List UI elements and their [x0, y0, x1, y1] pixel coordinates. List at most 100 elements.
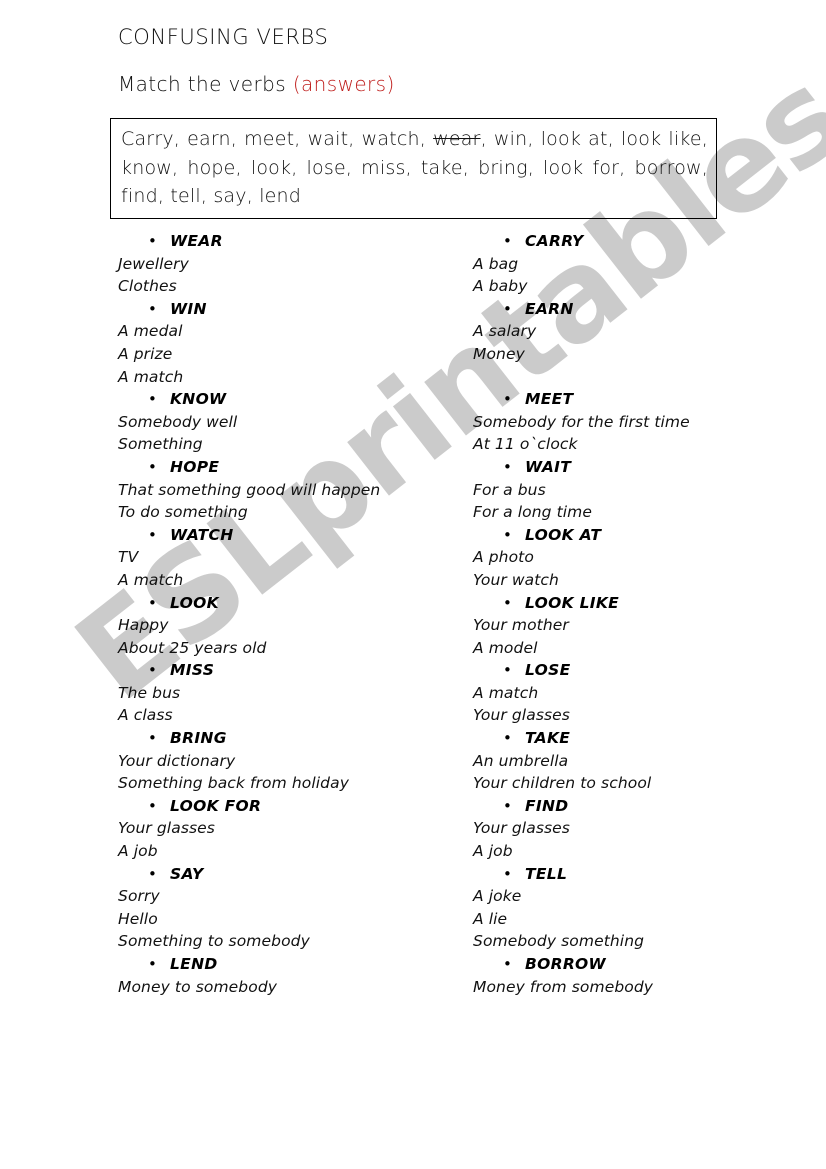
- verb-label: TELL: [525, 864, 568, 883]
- verb-entry: • LOOK LIKE Your mother A model: [473, 592, 803, 660]
- verb-collocation: Your dictionary: [118, 751, 236, 770]
- bullet-icon: •: [148, 232, 157, 250]
- verb-collocation: Jewellery: [118, 254, 189, 273]
- verb-entry: • WATCH TV A match: [118, 524, 448, 592]
- verb-collocation: Sorry: [118, 887, 160, 906]
- verb-collocation: Happy: [118, 616, 169, 635]
- verb-entry: • TELL A joke A lie Somebody something: [473, 863, 803, 953]
- verb-entry: • TAKE An umbrella Your children to school: [473, 727, 803, 795]
- verb-entry: • LOOK Happy About 25 years old: [118, 592, 448, 660]
- verb-entry: • WAIT For a bus For a long time: [473, 456, 803, 524]
- bullet-icon: •: [503, 729, 512, 748]
- verb-label: HOPE: [170, 457, 220, 476]
- verb-entry: • SAY Sorry Hello Something to somebody: [118, 863, 448, 953]
- verb-collocation: A salary: [473, 322, 537, 341]
- verb-label: LOOK FOR: [170, 796, 262, 815]
- bullet-icon: •: [148, 299, 157, 318]
- verb-heading-row: • BRING: [118, 727, 448, 750]
- verb-collocation: Something back from holiday: [118, 774, 349, 793]
- verb-collocation: For a long time: [473, 503, 593, 522]
- verb-heading-row: • HOPE: [118, 456, 448, 479]
- word-bank-box: Carry, earn, meet, wait, watch, wear, wi…: [110, 118, 717, 219]
- bullet-icon: •: [503, 955, 512, 973]
- verb-entry: • LOOK FOR Your glasses A job: [118, 795, 448, 863]
- verb-collocation: A prize: [118, 344, 173, 363]
- verb-label: SAY: [170, 864, 204, 883]
- verb-heading-row: • LOOK AT: [473, 524, 803, 547]
- verb-label: WEAR: [170, 232, 223, 250]
- verb-label: LEND: [170, 955, 218, 973]
- verb-entry: • LEND Money to somebody: [118, 953, 448, 998]
- verb-heading-row: • LOOK FOR: [118, 795, 448, 818]
- verb-label: BRING: [170, 729, 227, 748]
- verb-heading-row: • KNOW: [118, 388, 448, 411]
- verb-collocation: Somebody well: [118, 412, 238, 431]
- bullet-icon: •: [503, 593, 512, 612]
- verb-heading-row: • MISS: [118, 659, 448, 682]
- verb-heading-row: • CARRY: [473, 230, 803, 253]
- word-bank-struck-word: wear: [433, 128, 481, 150]
- verb-heading-row: • WEAR: [118, 230, 448, 253]
- verb-collocation: Money: [473, 344, 525, 363]
- verb-entry: • WIN A medal A prize A match: [118, 298, 448, 388]
- verb-heading-row: • LOOK LIKE: [473, 592, 803, 615]
- page-title: CONFUSING VERBS: [118, 25, 329, 49]
- verb-collocation: Your watch: [473, 570, 559, 589]
- verb-label: TAKE: [525, 729, 571, 748]
- bullet-icon: •: [148, 864, 157, 883]
- bullet-icon: •: [503, 232, 512, 250]
- bullet-icon: •: [148, 390, 157, 409]
- verb-collocation: An umbrella: [473, 751, 569, 770]
- verb-label: WIN: [170, 299, 207, 318]
- verb-collocation: Clothes: [118, 277, 177, 296]
- verb-heading-row: • MEET: [473, 388, 803, 411]
- verb-heading-row: • LOSE: [473, 659, 803, 682]
- verb-heading-row: • SAY: [118, 863, 448, 886]
- bullet-icon: •: [503, 661, 512, 680]
- verb-entry: • EARN A salary Money: [473, 298, 803, 388]
- verb-label: MISS: [170, 661, 215, 680]
- verb-collocation: To do something: [118, 503, 248, 522]
- verb-collocation: Money from somebody: [473, 977, 654, 996]
- verb-collocation: A bag: [473, 254, 519, 273]
- verb-collocation: Your glasses: [118, 819, 215, 838]
- verb-label: EARN: [525, 299, 574, 318]
- subtitle-answers-text: (answers): [292, 72, 395, 96]
- verb-heading-row: • LOOK: [118, 592, 448, 615]
- verb-collocation: A match: [118, 367, 184, 386]
- verb-label: CARRY: [525, 232, 584, 250]
- verb-entry: • WEAR Jewellery Clothes: [118, 230, 448, 298]
- verb-entry: • KNOW Somebody well Something: [118, 388, 448, 456]
- bullet-icon: •: [148, 525, 157, 544]
- bullet-icon: •: [148, 796, 157, 815]
- verb-label: WATCH: [170, 525, 234, 544]
- worksheet-page: CONFUSING VERBS Match the verbs (answers…: [0, 0, 826, 1169]
- verb-collocation: Your glasses: [473, 819, 570, 838]
- verb-label: LOOK: [170, 593, 219, 612]
- bullet-icon: •: [148, 457, 157, 476]
- verb-heading-row: • WAIT: [473, 456, 803, 479]
- verb-heading-row: • WATCH: [118, 524, 448, 547]
- verb-entry: • LOOK AT A photo Your watch: [473, 524, 803, 592]
- verb-collocation: A baby: [473, 277, 528, 296]
- verb-collocation: Your children to school: [473, 774, 652, 793]
- verb-entry: • FIND Your glasses A job: [473, 795, 803, 863]
- verb-entry: • MISS The bus A class: [118, 659, 448, 727]
- verb-label: LOOK AT: [525, 525, 602, 544]
- verb-collocation: TV: [118, 548, 139, 567]
- verb-entry: • BRING Your dictionary Something back from…: [118, 727, 448, 795]
- verb-collocation: The bus: [118, 683, 181, 702]
- verb-collocation: Your mother: [473, 616, 569, 635]
- verb-entry: • CARRY A bag A baby: [473, 230, 803, 298]
- bullet-icon: •: [503, 864, 512, 883]
- verb-label: LOSE: [525, 661, 571, 680]
- answers-column-left: • WEAR Jewellery Clothes • WIN A medal A prize A…: [118, 230, 448, 998]
- verb-heading-row: • FIND: [473, 795, 803, 818]
- verb-collocation: A class: [118, 706, 173, 725]
- verb-collocation: Money to somebody: [118, 977, 278, 996]
- verb-collocation: About 25 years old: [118, 638, 267, 657]
- verb-entry: • LOSE A match Your glasses: [473, 659, 803, 727]
- verb-collocation: At 11 o`clock: [473, 435, 578, 454]
- bullet-icon: •: [148, 593, 157, 612]
